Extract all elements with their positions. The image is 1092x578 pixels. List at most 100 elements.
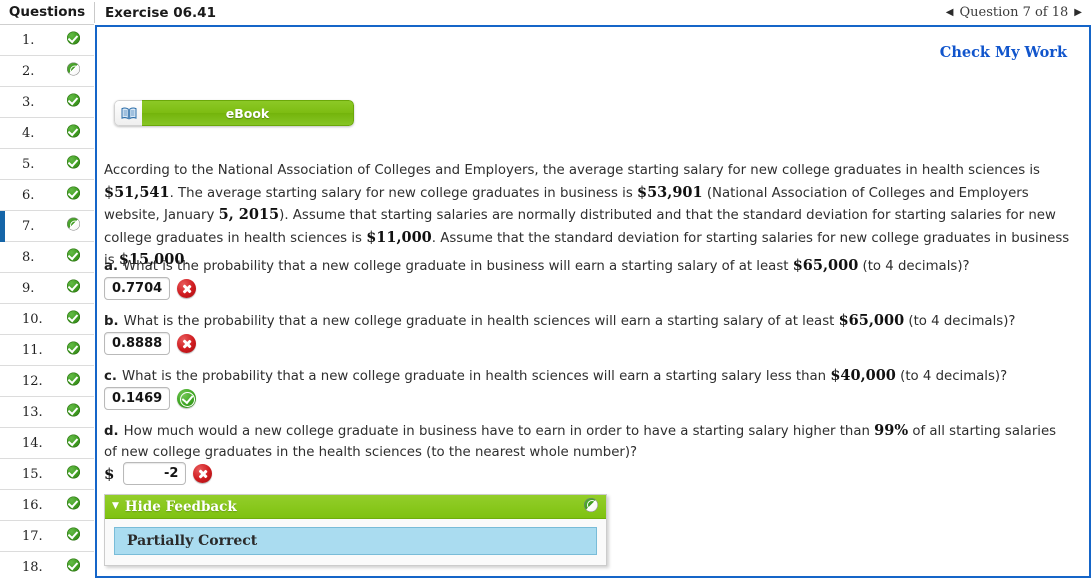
part-letter-d: d. [104, 424, 119, 439]
top-bar: Questions Exercise 06.41 ◀ Question 7 of… [0, 0, 1092, 25]
question-row-9[interactable]: 9. [0, 273, 94, 304]
correct-icon [67, 248, 80, 266]
ebook-button-label[interactable]: eBook [142, 100, 354, 126]
question-row-12[interactable]: 12. [0, 366, 94, 397]
question-part-b: b. What is the probability that a new col… [104, 310, 1072, 332]
header-divider [94, 2, 95, 23]
partial-icon [67, 62, 80, 80]
question-number-label: 11. [22, 342, 43, 358]
hide-feedback-label: Hide Feedback [124, 498, 237, 515]
prompt-text: (to 4 decimals)? [895, 369, 1008, 384]
current-question-marker [0, 180, 5, 211]
question-row-7[interactable]: 7. [0, 211, 94, 242]
correct-icon [67, 527, 80, 545]
prompt-text: What is the probability that a new colle… [123, 314, 839, 329]
correct-icon [67, 465, 80, 483]
question-part-d: d. How much would a new college graduate … [104, 420, 1072, 463]
correct-icon [67, 279, 80, 297]
current-question-marker [0, 273, 5, 304]
feedback-panel: ▼ Hide Feedback Partially Correct [104, 494, 607, 566]
current-question-marker [0, 397, 5, 428]
question-number-label: 2. [22, 63, 35, 79]
prompt-text: . The average starting salary for new co… [169, 185, 637, 201]
question-row-3[interactable]: 3. [0, 87, 94, 118]
feedback-body: Partially Correct [105, 519, 606, 565]
answer-input-b[interactable] [104, 332, 170, 355]
part-letter-b: b. [104, 314, 119, 329]
correct-icon [67, 434, 80, 452]
correct-icon-c [177, 389, 196, 408]
correct-icon [67, 124, 80, 142]
answer-row-a [104, 277, 196, 300]
current-question-marker [0, 304, 5, 335]
question-row-18[interactable]: 18. [0, 552, 94, 578]
current-question-marker [0, 521, 5, 552]
question-row-1[interactable]: 1. [0, 25, 94, 56]
answer-input-d[interactable] [123, 462, 187, 485]
question-row-15[interactable]: 15. [0, 459, 94, 490]
question-row-13[interactable]: 13. [0, 397, 94, 428]
question-number-label: 9. [22, 280, 35, 296]
current-question-marker [0, 56, 5, 87]
answer-input-c[interactable] [104, 387, 170, 410]
question-number-label: 3. [22, 94, 35, 110]
exercise-page: Questions Exercise 06.41 ◀ Question 7 of… [0, 0, 1092, 578]
question-number-label: 7. [22, 218, 35, 234]
correct-icon [67, 403, 80, 421]
correct-icon [67, 496, 80, 514]
numeric-value: $65,000 [838, 312, 905, 329]
collapse-caret-icon[interactable]: ▼ [112, 502, 119, 511]
question-row-17[interactable]: 17. [0, 521, 94, 552]
dollar-sign-label: $ [104, 464, 115, 483]
current-question-marker [0, 242, 5, 273]
partial-icon [67, 217, 80, 235]
current-question-marker [0, 149, 5, 180]
questions-column-header: Questions [0, 0, 94, 25]
question-row-16[interactable]: 16. [0, 490, 94, 521]
question-row-8[interactable]: 8. [0, 242, 94, 273]
question-number-label: 4. [22, 125, 35, 141]
numeric-value: $40,000 [830, 367, 896, 384]
answer-input-a[interactable] [104, 277, 170, 300]
prompt-text: (to 4 decimals)? [858, 259, 970, 274]
ebook-button[interactable]: eBook [114, 100, 354, 126]
current-question-marker [0, 366, 5, 397]
question-row-11[interactable]: 11. [0, 335, 94, 366]
numeric-value: 99% [874, 422, 909, 439]
prompt-text: According to the National Association of… [104, 163, 1040, 178]
question-row-10[interactable]: 10. [0, 304, 94, 335]
question-row-14[interactable]: 14. [0, 428, 94, 459]
questions-sidebar[interactable]: 1. 2. 3. 4. 5. 6. 7. 8. 9. 10. 11. 12. 13. 14. 15. 16. 1… [0, 25, 94, 578]
question-part-a: a. What is the probability that a new col… [104, 255, 1072, 277]
exercise-title: Exercise 06.41 [105, 4, 216, 21]
prompt-text: What is the probability that a new colle… [123, 259, 793, 274]
correct-icon [67, 155, 80, 173]
question-number-label: 10. [22, 311, 43, 327]
check-my-work-link[interactable]: Check My Work [940, 44, 1067, 61]
correct-icon [67, 31, 80, 49]
numeric-value: $51,541 [104, 183, 170, 201]
next-question-icon[interactable]: ▶ [1074, 7, 1082, 18]
question-row-2[interactable]: 2. [0, 56, 94, 87]
question-row-5[interactable]: 5. [0, 149, 94, 180]
answer-row-d: $ [104, 462, 213, 485]
question-row-4[interactable]: 4. [0, 118, 94, 149]
question-part-c: c. What is the probability that a new col… [104, 365, 1072, 387]
numeric-value: $11,000 [366, 228, 432, 246]
hide-feedback-header[interactable]: ▼ Hide Feedback [105, 495, 606, 519]
correct-icon [67, 558, 80, 576]
previous-question-icon[interactable]: ◀ [946, 7, 954, 18]
current-question-marker [0, 552, 5, 578]
question-number-label: 8. [22, 249, 35, 265]
current-question-marker [0, 211, 5, 242]
incorrect-icon-d [193, 464, 213, 483]
part-letter-a: a. [104, 259, 119, 274]
question-number-label: 1. [22, 32, 35, 48]
numeric-value: $65,000 [792, 257, 859, 274]
partial-circle-icon [584, 497, 598, 516]
question-row-6[interactable]: 6. [0, 180, 94, 211]
question-navigation: ◀ Question 7 of 18 ▶ [946, 0, 1082, 25]
prompt-text: How much would a new college graduate in… [123, 424, 875, 439]
incorrect-icon-b [177, 334, 196, 353]
correct-icon [67, 310, 80, 328]
